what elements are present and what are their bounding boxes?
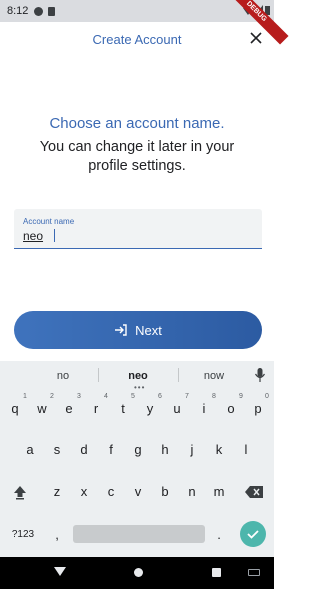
key-z[interactable]: z [44,478,70,506]
backspace-icon[interactable] [245,486,263,498]
sim-icon [48,6,56,16]
key-l[interactable]: l [233,436,259,464]
key-m[interactable]: m [206,478,232,506]
key-s[interactable]: s [44,436,70,464]
key-n[interactable]: n [179,478,205,506]
prompt-subtext: You can change it later in your profile … [39,139,235,174]
text-cursor [54,229,55,242]
suggestion-divider [178,368,179,382]
key-i[interactable]: i [191,395,217,423]
status-time: 8:12 [7,5,29,17]
space-bar[interactable] [73,525,205,543]
account-name-input[interactable]: neo [23,229,43,243]
recent-apps-icon[interactable] [212,568,221,577]
login-arrow-icon [115,324,127,336]
next-button[interactable]: Next [14,311,262,349]
more-suggestions-icon: ••• [134,383,146,392]
key-comma[interactable]: , [44,521,70,549]
key-p[interactable]: p [245,395,271,423]
keyboard-switch-icon[interactable] [248,569,260,576]
app-header: Create Account [0,28,274,52]
prompt-heading: Choose an account name. [49,115,225,132]
suggestion-3[interactable]: now [184,370,244,382]
symbols-key[interactable]: ?123 [6,521,40,549]
status-bar: 8:12 DEBUG [0,0,289,45]
key-k[interactable]: k [206,436,232,464]
home-icon[interactable] [134,568,143,577]
suggestion-divider [98,368,99,382]
key-q[interactable]: q [2,395,28,423]
account-name-label: Account name [23,217,75,226]
close-icon[interactable] [247,29,265,47]
key-b[interactable]: b [152,478,178,506]
shift-icon[interactable] [12,484,28,500]
key-d[interactable]: d [71,436,97,464]
key-j[interactable]: j [179,436,205,464]
page-title: Create Account [92,32,182,47]
key-r[interactable]: r [83,395,109,423]
key-t[interactable]: t [110,395,136,423]
key-f[interactable]: f [98,436,124,464]
system-nav-bar [0,557,274,589]
key-w[interactable]: w [29,395,55,423]
suggestion-2[interactable]: neo [108,370,168,382]
microphone-icon[interactable] [254,367,266,383]
key-e[interactable]: e [56,395,82,423]
key-a[interactable]: a [17,436,43,464]
check-icon [247,530,259,539]
key-period[interactable]: . [206,521,232,549]
key-u[interactable]: u [164,395,190,423]
back-icon[interactable] [54,567,66,576]
key-v[interactable]: v [125,478,151,506]
soft-keyboard: no neo ••• now 1 q 2 w 3 e 4 r 5 t 6 y 7… [0,361,274,557]
suggestion-1[interactable]: no [33,370,93,382]
key-g[interactable]: g [125,436,151,464]
enter-key[interactable] [240,521,266,547]
key-x[interactable]: x [71,478,97,506]
next-label: Next [135,322,162,338]
account-name-field[interactable]: Account name neo [14,209,262,249]
key-c[interactable]: c [98,478,124,506]
key-o[interactable]: o [218,395,244,423]
key-h[interactable]: h [152,436,178,464]
key-y[interactable]: y [137,395,163,423]
notification-icon [34,6,44,16]
